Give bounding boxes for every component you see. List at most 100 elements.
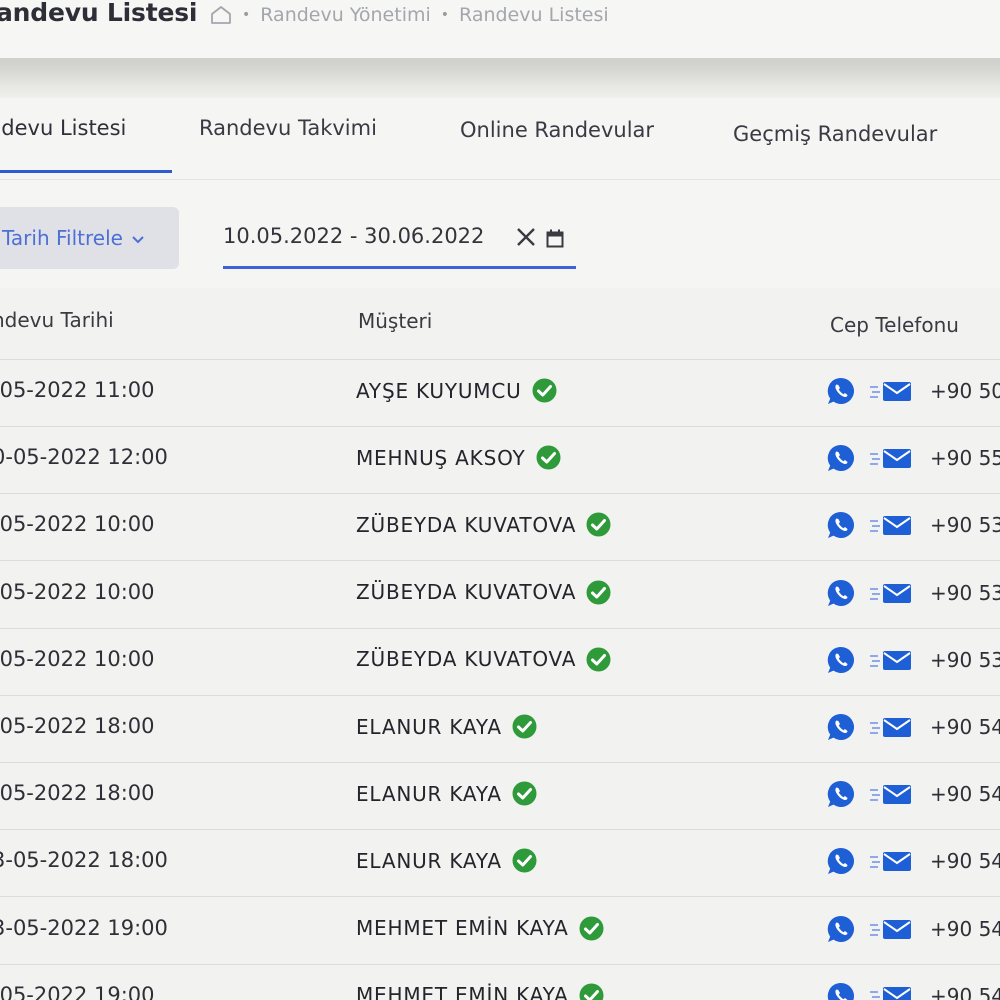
phone-number: +90 53 xyxy=(930,647,1000,672)
page-title: andevu Listesi xyxy=(0,0,198,27)
whatsapp-icon[interactable] xyxy=(826,712,856,742)
appointment-date-cell: 0-05-2022 12:00 xyxy=(0,445,168,470)
appointment-date-cell: -05-2022 18:00 xyxy=(0,714,155,738)
check-circle-icon xyxy=(579,916,604,941)
check-circle-icon xyxy=(586,647,611,672)
check-circle-icon xyxy=(586,512,611,537)
mail-icon[interactable] xyxy=(870,783,912,805)
breadcrumb-item-appointment-management[interactable]: Randevu Yönetimi xyxy=(260,4,431,26)
table-header: ndevu Tarihi Müşteri Cep Telefonu xyxy=(0,288,1000,360)
phone-number: +90 53 xyxy=(930,513,1000,538)
date-range-value: 10.05.2022 - 30.06.2022 xyxy=(223,224,485,248)
mail-icon[interactable] xyxy=(870,649,912,671)
phone-number: +90 55 xyxy=(930,446,1000,471)
whatsapp-icon[interactable] xyxy=(826,914,856,944)
phone-number: +90 54 xyxy=(930,849,1000,874)
whatsapp-icon[interactable] xyxy=(826,510,856,540)
contact-cell: +90 54 xyxy=(826,981,1000,1000)
tab-appointment-list[interactable]: ndevu Listesi xyxy=(0,116,126,140)
whatsapp-icon[interactable] xyxy=(826,779,856,809)
customer-name: ELANUR KAYA xyxy=(356,848,502,873)
table-row[interactable]: -05-2022 11:00 AYŞE KUYUMCU +90 50 xyxy=(0,360,1000,427)
close-icon[interactable] xyxy=(515,226,537,248)
customer-name: MEHMET EMİN KAYA xyxy=(356,916,569,941)
chevron-down-icon xyxy=(131,226,145,250)
customer-cell[interactable]: ELANUR KAYA xyxy=(356,714,537,739)
tab-bar: ndevu Listesi Randevu Takvimi Online Ran… xyxy=(0,98,1000,180)
contact-cell: +90 54 xyxy=(826,779,1000,809)
contact-cell: +90 53 xyxy=(826,645,1000,675)
appointment-list-page: andevu Listesi • Randevu Yönetimi • Rand… xyxy=(0,0,1000,1000)
customer-cell[interactable]: ZÜBEYDA KUVATOVA xyxy=(356,580,611,605)
check-circle-icon xyxy=(512,714,537,739)
customer-cell[interactable]: MEHNUŞ AKSOY xyxy=(356,445,561,470)
contact-cell: +90 53 xyxy=(826,578,1000,608)
customer-cell[interactable]: AYŞE KUYUMCU xyxy=(356,378,557,403)
customer-cell[interactable]: ZÜBEYDA KUVATOVA xyxy=(356,512,611,537)
table-row[interactable]: -05-2022 19:00 MEHMET EMİN KAYA +90 54 xyxy=(0,965,1000,1000)
table-row[interactable]: 0-05-2022 12:00 MEHNUŞ AKSOY +90 55 xyxy=(0,427,1000,495)
customer-name: ZÜBEYDA KUVATOVA xyxy=(356,580,577,605)
column-header-appointment-date[interactable]: ndevu Tarihi xyxy=(0,308,114,332)
whatsapp-icon[interactable] xyxy=(826,846,856,876)
table-row[interactable]: -05-2022 18:00 ELANUR KAYA +90 54 xyxy=(0,763,1000,831)
breadcrumb-separator: • xyxy=(242,7,251,23)
whatsapp-icon[interactable] xyxy=(826,376,856,406)
appointment-date-cell: -05-2022 10:00 xyxy=(0,579,155,604)
appointment-date-cell: -05-2022 10:00 xyxy=(0,512,155,537)
mail-icon[interactable] xyxy=(870,985,912,1000)
table-row[interactable]: 3-05-2022 19:00 MEHMET EMİN KAYA +90 54 xyxy=(0,898,1000,965)
customer-cell[interactable]: MEHMET EMİN KAYA xyxy=(356,916,604,941)
tab-online-appointments[interactable]: Online Randevular xyxy=(460,118,654,142)
phone-number: +90 54 xyxy=(930,983,1000,1000)
check-circle-icon xyxy=(512,781,537,806)
appointment-date-cell: 3-05-2022 19:00 xyxy=(0,915,168,940)
customer-name: ELANUR KAYA xyxy=(356,781,502,806)
whatsapp-icon[interactable] xyxy=(826,645,856,675)
breadcrumb: • Randevu Yönetimi • Randevu Listesi xyxy=(210,4,609,26)
tab-past-appointments[interactable]: Geçmiş Randevular xyxy=(733,122,937,146)
page-header: andevu Listesi • Randevu Yönetimi • Rand… xyxy=(0,0,1000,58)
column-header-customer[interactable]: Müşteri xyxy=(358,309,432,333)
appointment-date-cell: -05-2022 11:00 xyxy=(0,378,155,402)
mail-icon[interactable] xyxy=(870,380,912,402)
check-circle-icon xyxy=(579,983,604,1000)
phone-number: +90 54 xyxy=(930,916,1000,941)
appointment-date-cell: 3-05-2022 18:00 xyxy=(0,848,168,873)
date-range-field[interactable]: 10.05.2022 - 30.06.2022 xyxy=(223,220,576,269)
check-circle-icon xyxy=(536,445,561,470)
column-header-mobile-phone[interactable]: Cep Telefonu xyxy=(830,313,959,337)
check-circle-icon xyxy=(586,580,611,605)
whatsapp-icon[interactable] xyxy=(826,443,856,473)
check-circle-icon xyxy=(532,378,557,403)
whatsapp-icon[interactable] xyxy=(826,578,856,608)
calendar-icon[interactable] xyxy=(546,229,564,248)
customer-name: AYŞE KUYUMCU xyxy=(356,378,522,403)
customer-name: ELANUR KAYA xyxy=(356,714,502,739)
contact-cell: +90 54 xyxy=(826,846,1000,876)
table-row[interactable]: -05-2022 10:00 ZÜBEYDA KUVATOVA +90 53 xyxy=(0,629,1000,696)
date-filter-button[interactable]: Tarih Filtrele xyxy=(0,207,179,269)
customer-cell[interactable]: ZÜBEYDA KUVATOVA xyxy=(356,647,611,672)
customer-cell[interactable]: ELANUR KAYA xyxy=(356,781,537,806)
whatsapp-icon[interactable] xyxy=(826,981,856,1000)
mail-icon[interactable] xyxy=(870,582,912,604)
contact-cell: +90 50 xyxy=(826,376,1000,406)
customer-name: ZÜBEYDA KUVATOVA xyxy=(356,512,577,537)
mail-icon[interactable] xyxy=(870,918,912,940)
tab-appointment-calendar[interactable]: Randevu Takvimi xyxy=(199,116,377,140)
active-tab-indicator xyxy=(0,170,172,173)
customer-cell[interactable]: MEHMET EMİN KAYA xyxy=(356,983,604,1000)
appointment-date-cell: -05-2022 19:00 xyxy=(0,982,155,1000)
mail-icon[interactable] xyxy=(870,716,912,738)
mail-icon[interactable] xyxy=(870,447,912,469)
mail-icon[interactable] xyxy=(870,850,912,872)
table-row[interactable]: 3-05-2022 18:00 ELANUR KAYA +90 54 xyxy=(0,830,1000,898)
table-row[interactable]: -05-2022 10:00 ZÜBEYDA KUVATOVA +90 53 xyxy=(0,562,1000,629)
customer-cell[interactable]: ELANUR KAYA xyxy=(356,848,537,873)
table-row[interactable]: -05-2022 10:00 ZÜBEYDA KUVATOVA +90 53 xyxy=(0,494,1000,562)
contact-cell: +90 55 xyxy=(826,443,1000,473)
home-icon[interactable] xyxy=(210,5,232,25)
mail-icon[interactable] xyxy=(870,514,912,536)
table-row[interactable]: -05-2022 18:00 ELANUR KAYA +90 54 xyxy=(0,696,1000,763)
